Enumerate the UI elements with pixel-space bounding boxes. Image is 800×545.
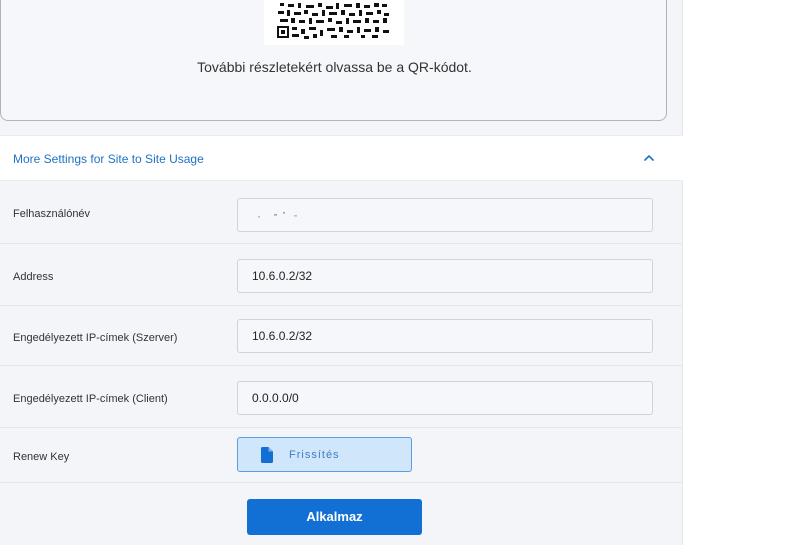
redacted-value bbox=[258, 212, 297, 218]
section-header[interactable]: More Settings for Site to Site Usage bbox=[0, 135, 683, 181]
username-label: Felhasználónév bbox=[13, 208, 91, 220]
renew-key-label: Renew Key bbox=[13, 451, 70, 463]
address-field[interactable]: 10.6.0.2/32 bbox=[237, 259, 653, 293]
chevron-up-icon[interactable] bbox=[641, 150, 657, 166]
allowed-ips-server-row: Engedélyezett IP-címek (Szerver) 10.6.0.… bbox=[0, 306, 683, 366]
allowed-ips-client-field[interactable]: 0.0.0.0/0 bbox=[237, 381, 653, 415]
settings-panel: További részletekért olvassa be a QR-kód… bbox=[0, 0, 683, 545]
username-row: Felhasználónév bbox=[0, 182, 683, 244]
apply-button[interactable]: Alkalmaz bbox=[247, 499, 422, 535]
allowed-ips-client-label: Engedélyezett IP-címek (Client) bbox=[13, 393, 168, 405]
allowed-ips-server-label: Engedélyezett IP-címek (Szerver) bbox=[13, 332, 178, 344]
qr-code bbox=[264, 0, 404, 45]
file-icon bbox=[261, 447, 273, 468]
qr-caption: További részletekért olvassa be a QR-kód… bbox=[197, 59, 472, 75]
qr-card: További részletekért olvassa be a QR-kód… bbox=[0, 0, 667, 121]
renew-key-button[interactable]: Frissítés bbox=[237, 437, 412, 472]
address-label: Address bbox=[13, 271, 54, 283]
address-row: Address 10.6.0.2/32 bbox=[0, 244, 683, 306]
section-title: More Settings for Site to Site Usage bbox=[13, 152, 204, 166]
right-background bbox=[683, 0, 800, 545]
renew-button-label: Frissítés bbox=[289, 449, 340, 461]
allowed-ips-server-field[interactable]: 10.6.0.2/32 bbox=[237, 319, 653, 353]
allowed-ips-client-row: Engedélyezett IP-címek (Client) 0.0.0.0/… bbox=[0, 366, 683, 428]
